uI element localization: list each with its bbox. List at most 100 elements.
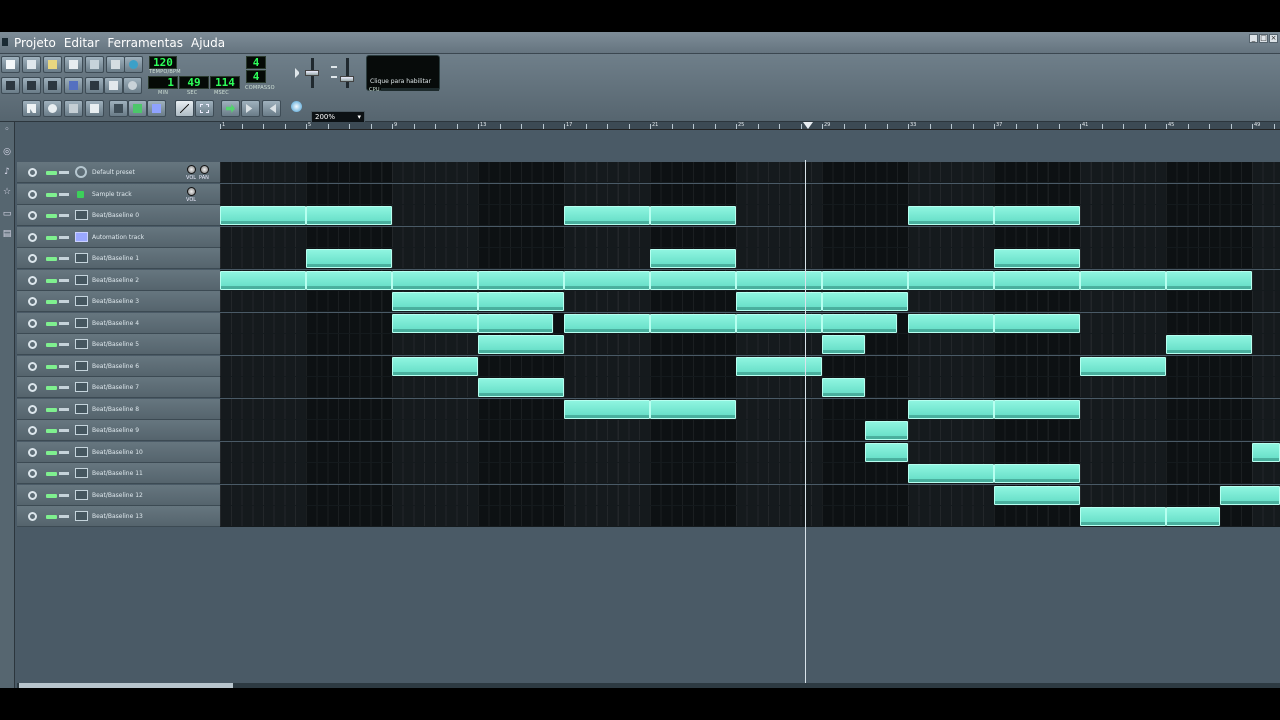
pattern-clip[interactable] — [908, 270, 994, 290]
menu-projeto[interactable]: Projeto — [14, 32, 61, 54]
track-name[interactable]: Beat/Baseline 5 — [92, 334, 139, 355]
gear-icon[interactable] — [28, 512, 37, 521]
pattern-clip[interactable] — [1166, 507, 1220, 526]
track-name[interactable]: Default preset — [92, 162, 135, 183]
pattern-clip[interactable] — [822, 292, 908, 311]
pattern-clip[interactable] — [392, 292, 478, 311]
solo-toggle[interactable] — [59, 386, 69, 389]
solo-toggle[interactable] — [59, 407, 69, 411]
solo-toggle[interactable] — [59, 364, 69, 368]
solo-toggle[interactable] — [59, 257, 69, 260]
mute-toggle[interactable] — [46, 386, 57, 390]
new-from-template-button[interactable] — [22, 56, 41, 73]
gear-icon[interactable] — [28, 275, 37, 285]
pattern-clip[interactable] — [1080, 270, 1166, 290]
master-pitch-slider[interactable] — [340, 76, 354, 82]
save-project-button[interactable] — [85, 56, 104, 73]
song-editor-toggle[interactable] — [1, 77, 20, 94]
pattern-clip[interactable] — [478, 270, 564, 290]
track-name[interactable]: Beat/Baseline 9 — [92, 420, 139, 441]
track-header[interactable]: Beat/Baseline 7 — [17, 377, 220, 398]
mute-toggle[interactable] — [46, 364, 57, 369]
draw-mode-button[interactable] — [175, 100, 194, 117]
track-header[interactable]: Automation track — [17, 226, 220, 248]
pattern-clip[interactable] — [306, 206, 392, 225]
my-presets-icon[interactable]: ☆ — [1, 186, 13, 198]
maximize-button[interactable]: □ — [1259, 34, 1268, 43]
minimize-button[interactable]: _ — [1249, 34, 1258, 43]
my-samples-icon[interactable]: ♪ — [1, 166, 13, 178]
pattern-clip[interactable] — [392, 313, 478, 333]
track-lane[interactable] — [220, 312, 1280, 334]
mute-toggle[interactable] — [46, 192, 57, 197]
gear-icon[interactable] — [28, 318, 37, 328]
track-header[interactable]: Beat/Baseline 1 — [17, 248, 220, 269]
master-volume-slider[interactable] — [305, 70, 319, 76]
gear-icon[interactable] — [28, 361, 37, 371]
pattern-clip[interactable] — [564, 399, 650, 419]
track-name[interactable]: Beat/Baseline 2 — [92, 270, 139, 291]
add-beat-track-button[interactable] — [109, 100, 128, 117]
solo-toggle[interactable] — [59, 450, 69, 454]
track-lane[interactable] — [220, 377, 1280, 398]
mute-toggle[interactable] — [46, 171, 57, 175]
track-header[interactable]: Beat/Baseline 5 — [17, 334, 220, 355]
gear-icon[interactable] — [28, 469, 37, 478]
pattern-clip[interactable] — [1166, 335, 1252, 354]
cpu-meter[interactable]: Clique para habilitar CPU — [366, 55, 440, 93]
solo-toggle[interactable] — [59, 321, 69, 325]
vol-knob[interactable] — [187, 165, 196, 174]
pattern-clip[interactable] — [650, 270, 736, 290]
pattern-clip[interactable] — [650, 206, 736, 225]
track-name[interactable]: Beat/Baseline 12 — [92, 485, 143, 506]
track-header[interactable]: Beat/Baseline 10 — [17, 441, 220, 463]
solo-toggle[interactable] — [59, 171, 69, 174]
solo-toggle[interactable] — [59, 300, 69, 303]
gear-icon[interactable] — [28, 383, 37, 392]
add-sample-track-button[interactable] — [128, 100, 147, 117]
track-lane[interactable] — [220, 226, 1280, 248]
play-button[interactable] — [22, 100, 41, 117]
track-lane[interactable] — [220, 420, 1280, 441]
gear-icon[interactable] — [28, 447, 37, 457]
track-lane[interactable] — [220, 162, 1280, 183]
track-header[interactable]: Beat/Baseline 8 — [17, 398, 220, 420]
track-header[interactable]: Default preset VOL PAN — [17, 162, 220, 183]
track-header[interactable]: Beat/Baseline 13 — [17, 506, 220, 527]
pattern-clip[interactable] — [908, 313, 994, 333]
timeline-ruler[interactable]: 1 5 9 13 17 21 25 29 33 37 41 45 49 — [220, 122, 1280, 130]
mute-toggle[interactable] — [46, 214, 57, 218]
gear-icon[interactable] — [28, 254, 37, 263]
pan-knob[interactable] — [200, 165, 209, 174]
mute-toggle[interactable] — [46, 515, 57, 519]
pattern-clip[interactable] — [908, 206, 994, 225]
instrument-plugins-icon[interactable]: ◦ — [1, 124, 13, 136]
playhead-marker[interactable] — [803, 122, 813, 129]
track-name[interactable]: Beat/Baseline 4 — [92, 313, 139, 334]
track-name[interactable]: Beat/Baseline 0 — [92, 205, 139, 226]
pattern-clip[interactable] — [478, 313, 554, 333]
horizontal-scrollbar[interactable] — [17, 683, 1280, 688]
auto-scroll-button[interactable] — [221, 100, 240, 117]
pattern-clip[interactable] — [994, 313, 1080, 333]
pattern-clip[interactable] — [1166, 270, 1252, 290]
pattern-clip[interactable] — [994, 399, 1080, 419]
pattern-clip[interactable] — [822, 313, 898, 333]
record-button[interactable] — [43, 100, 62, 117]
help-icon[interactable] — [124, 56, 143, 73]
beat-editor-toggle[interactable] — [22, 77, 41, 94]
root-directory-icon[interactable]: ▤ — [1, 228, 13, 240]
pattern-clip[interactable] — [650, 399, 736, 419]
gear-icon[interactable] — [28, 211, 37, 220]
track-name[interactable]: Sample track — [92, 184, 132, 205]
pattern-clip[interactable] — [736, 356, 822, 376]
pattern-clip[interactable] — [736, 270, 822, 290]
track-lane[interactable] — [220, 291, 1280, 312]
vol-knob[interactable] — [187, 186, 196, 196]
track-lane[interactable] — [220, 334, 1280, 355]
menu-ajuda[interactable]: Ajuda — [191, 32, 230, 54]
pattern-clip[interactable] — [478, 378, 564, 397]
track-header[interactable]: Beat/Baseline 4 — [17, 312, 220, 334]
track-name[interactable]: Beat/Baseline 3 — [92, 291, 139, 312]
pattern-clip[interactable] — [865, 442, 908, 462]
